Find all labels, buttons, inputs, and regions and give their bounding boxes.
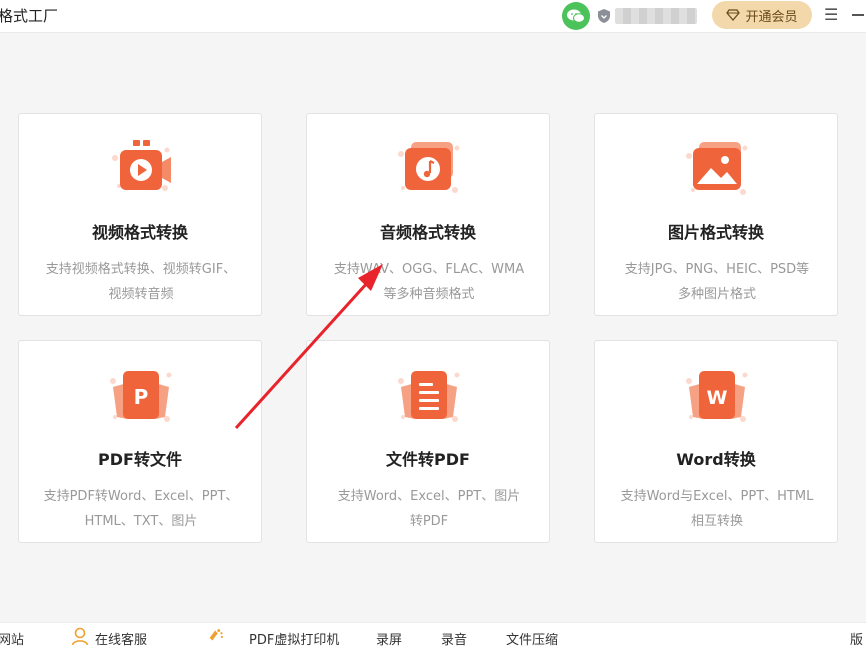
footer-file-compress[interactable]: 文件压缩: [506, 629, 558, 648]
wechat-icon[interactable]: [562, 2, 590, 30]
app-title: 格式工厂: [0, 7, 59, 25]
card-word-convert[interactable]: W Word转换 支持Word与Excel、PPT、HTML 相互转换: [594, 340, 838, 543]
card-title: 图片格式转换: [667, 223, 764, 242]
card-desc: 支持JPG、PNG、HEIC、PSD等 多种图片格式: [624, 262, 810, 302]
card-title: 音频格式转换: [379, 223, 476, 242]
svg-text:P: P: [134, 385, 149, 409]
title-bar: 格式工厂 开通会员 ☰: [0, 0, 866, 33]
card-desc: 支持视频格式转换、视频转GIF、 视频转音频: [45, 262, 237, 302]
vip-button-label: 开通会员: [745, 9, 798, 25]
svg-text:W: W: [707, 387, 728, 409]
diamond-icon: [726, 9, 741, 21]
document-lines-icon: [398, 371, 460, 422]
image-icon: [686, 142, 748, 195]
footer-audio-record[interactable]: 录音: [441, 629, 467, 648]
footer-screen-record[interactable]: 录屏: [376, 629, 402, 648]
annotation-arrow: [234, 264, 383, 430]
printer-icon: [209, 629, 223, 641]
card-image-convert[interactable]: 图片格式转换 支持JPG、PNG、HEIC、PSD等 多种图片格式: [594, 113, 838, 316]
card-video-convert[interactable]: 视频格式转换 支持视频格式转换、视频转GIF、 视频转音频: [18, 113, 262, 316]
minimize-icon[interactable]: [852, 14, 864, 16]
footer-website[interactable]: 网站: [0, 629, 24, 648]
video-camera-icon: [112, 140, 171, 191]
card-file-to-pdf[interactable]: 文件转PDF 支持Word、Excel、PPT、图片 转PDF: [306, 340, 550, 543]
pdf-p-icon: P: [110, 371, 172, 422]
username-blurred: [615, 8, 697, 24]
vip-button[interactable]: 开通会员: [712, 1, 812, 29]
footer-version[interactable]: 版: [850, 629, 863, 648]
shield-icon: [598, 9, 610, 23]
word-w-icon: W: [686, 371, 748, 422]
card-desc: 支持Word、Excel、PPT、图片 转PDF: [337, 489, 521, 529]
footer-pdf-printer[interactable]: PDF虚拟打印机: [249, 629, 339, 648]
menu-icon[interactable]: ☰: [824, 5, 838, 24]
bottom-toolbar: 网站 在线客服 PDF虚拟打印机 录屏 录音 文件压缩 版: [0, 622, 866, 651]
card-title: PDF转文件: [98, 450, 182, 469]
card-desc: 支持Word与Excel、PPT、HTML 相互转换: [620, 489, 814, 529]
music-note-icon: [398, 142, 460, 193]
footer-support[interactable]: 在线客服: [95, 629, 147, 648]
card-title: 视频格式转换: [91, 223, 188, 242]
card-desc: 支持WAV、OGG、FLAC、WMA 等多种音频格式: [333, 262, 525, 302]
card-title: Word转换: [676, 450, 756, 469]
card-title: 文件转PDF: [386, 450, 470, 469]
card-pdf-to-file[interactable]: P PDF转文件 支持PDF转Word、Excel、PPT、 HTML、TXT、图…: [18, 340, 262, 543]
card-desc: 支持PDF转Word、Excel、PPT、 HTML、TXT、图片: [43, 489, 239, 529]
card-audio-convert[interactable]: 音频格式转换 支持WAV、OGG、FLAC、WMA 等多种音频格式: [306, 113, 550, 316]
support-person-icon: [71, 627, 89, 646]
